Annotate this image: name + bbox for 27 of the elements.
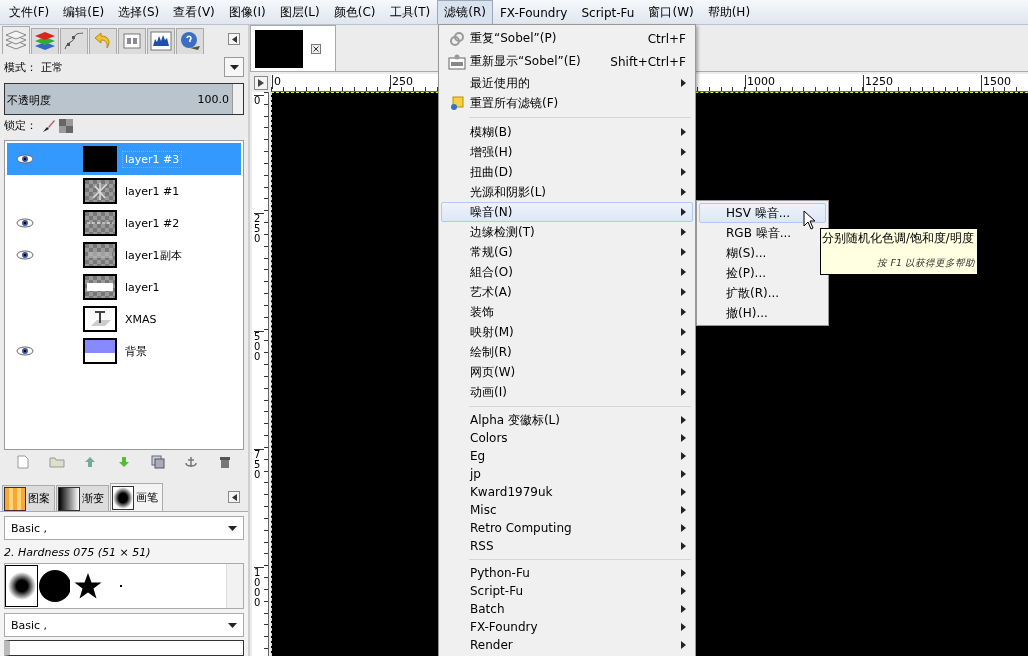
- layer-name: layer1 #1: [124, 183, 181, 200]
- ruler-label: 1250: [863, 75, 893, 89]
- ruler-label: 1500: [981, 75, 1011, 89]
- ruler-label: 0: [254, 95, 264, 106]
- shortcut-label: Shift+Ctrl+F: [610, 54, 686, 69]
- ruler-label: 250: [390, 75, 413, 89]
- layer-name: layer1 #2: [124, 215, 181, 232]
- shortcut-label: Ctrl+F: [647, 31, 686, 46]
- layer-name: layer1副本: [124, 247, 183, 264]
- ruler-label: 1000: [745, 75, 775, 89]
- layer-name: XMAS: [124, 311, 158, 328]
- layer-name: 背景: [124, 343, 148, 360]
- opacity-label: 不透明度: [7, 92, 51, 108]
- lock-label: 锁定：: [4, 118, 37, 134]
- layer-name: layer1 #3: [122, 150, 183, 168]
- mode-value: 正常: [41, 59, 63, 75]
- ruler-label: 1000: [254, 567, 264, 608]
- opacity-value: 100.0: [197, 92, 229, 106]
- tooltip-text: 分别随机化色调/饱和度/明度: [822, 231, 975, 246]
- ruler-label: 0: [272, 75, 281, 89]
- mode-label: 模式：: [4, 59, 37, 75]
- tooltip-hint: 按 F1 以获得更多帮助: [877, 257, 975, 270]
- ruler-label: 750: [254, 449, 264, 480]
- layer-name: layer1: [124, 279, 161, 296]
- ruler-label: 250: [254, 213, 264, 244]
- ruler-label: 500: [254, 331, 264, 362]
- brush-name: 2. Hardness 075 (51 × 51): [4, 546, 152, 559]
